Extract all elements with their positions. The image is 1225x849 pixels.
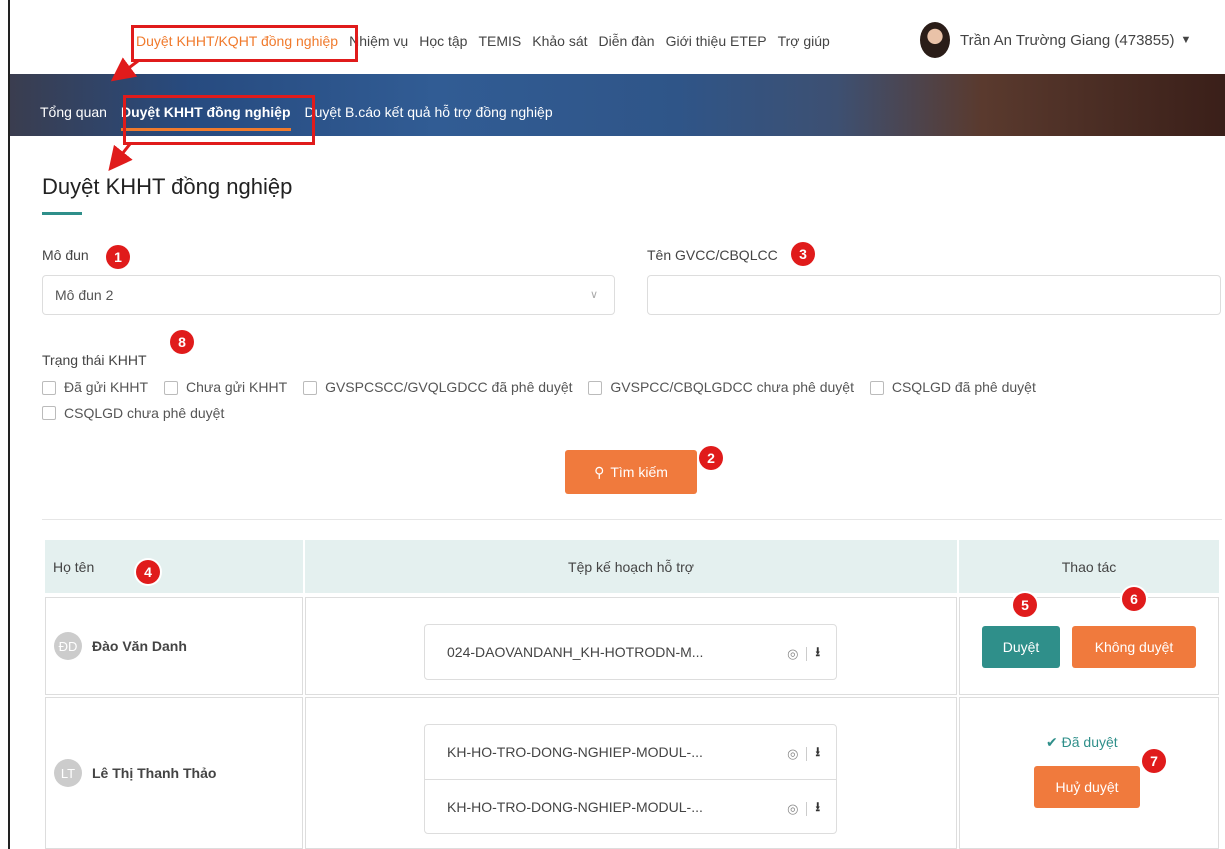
column-header-actions: Thao tác bbox=[959, 540, 1219, 593]
user-menu[interactable]: Trần An Trường Giang (473855) ▼ bbox=[920, 22, 1191, 58]
tab-duyet-bao-cao[interactable]: Duyệt B.cáo kết quả hỗ trợ đồng nghiệp bbox=[305, 104, 553, 131]
search-button[interactable]: ⚲ Tìm kiếm bbox=[565, 450, 697, 494]
status-checkbox-label: GVSPCC/CBQLGDCC chưa phê duyệt bbox=[610, 379, 854, 395]
search-icon: ⚲ bbox=[594, 463, 605, 480]
status-checkbox-label: CSQLGD chưa phê duyệt bbox=[64, 404, 225, 421]
file-box: KH-HO-TRO-DONG-NGHIEP-MODUL-... ◎ ⭳ KH-H… bbox=[424, 724, 837, 834]
file-name[interactable]: KH-HO-TRO-DONG-NGHIEP-MODUL-... bbox=[447, 744, 703, 760]
menu-item-khao-sat[interactable]: Khảo sát bbox=[532, 33, 587, 49]
annotation-badge: 5 bbox=[1013, 593, 1037, 617]
eye-icon[interactable]: ◎ bbox=[787, 801, 798, 817]
avatar: LT bbox=[54, 759, 82, 787]
checkbox-box bbox=[303, 380, 318, 395]
file-item: KH-HO-TRO-DONG-NGHIEP-MODUL-... ◎ ⭳ bbox=[425, 779, 836, 833]
annotation-badge: 2 bbox=[699, 446, 723, 470]
name-input[interactable] bbox=[647, 275, 1221, 315]
status-checkbox-label: Đã gửi KHHT bbox=[64, 379, 149, 395]
status-checkbox[interactable]: Đã gửi KHHT bbox=[42, 376, 148, 399]
annotation-badge: 3 bbox=[791, 242, 815, 266]
file-name[interactable]: KH-HO-TRO-DONG-NGHIEP-MODUL-... bbox=[447, 799, 703, 815]
table-row-name: ĐD Đào Văn Danh bbox=[45, 597, 303, 695]
avatar: ĐD bbox=[54, 632, 82, 660]
page-title: Duyệt KHHT đồng nghiệp bbox=[42, 174, 293, 199]
checkbox-box bbox=[869, 380, 884, 395]
annotation-badge: 1 bbox=[106, 245, 130, 269]
checkbox-box bbox=[42, 406, 56, 420]
status-checkbox-label: GVSPCSCC/GVQLGDCC đã phê duyệt bbox=[325, 379, 573, 395]
status-checkbox-label: Chưa gửi KHHT bbox=[185, 379, 288, 395]
file-actions: ◎ ⭳ bbox=[787, 798, 820, 820]
approved-status-text: Đã duyệt bbox=[1061, 734, 1118, 750]
top-navigation: Duyệt KHHT/KQHT đồng nghiệp Nhiệm vụ Học… bbox=[10, 0, 1225, 74]
title-underline bbox=[42, 212, 82, 215]
table-row-file: KH-HO-TRO-DONG-NGHIEP-MODUL-... ◎ ⭳ KH-H… bbox=[305, 697, 957, 849]
page-frame: Duyệt KHHT/KQHT đồng nghiệp Nhiệm vụ Học… bbox=[8, 0, 1225, 849]
menu-item-gioi-thieu-etep[interactable]: Giới thiệu ETEP bbox=[666, 33, 767, 49]
avatar bbox=[920, 22, 950, 58]
module-label: Mô đun bbox=[42, 247, 89, 263]
status-label: Trạng thái KHHT bbox=[42, 352, 147, 368]
menu-item-hoc-tap[interactable]: Học tập bbox=[419, 33, 467, 49]
cancel-approval-button[interactable]: Huỷ duyệt bbox=[1034, 766, 1140, 808]
column-header-file: Tệp kế hoạch hỗ trợ bbox=[305, 540, 957, 593]
approve-button[interactable]: Duyệt bbox=[982, 626, 1060, 668]
file-box: 024-DAOVANDANH_KH-HOTRODN-M... ◎ ⭳ bbox=[424, 624, 837, 680]
separator bbox=[806, 647, 808, 661]
separator bbox=[806, 802, 808, 816]
file-item: 024-DAOVANDANH_KH-HOTRODN-M... ◎ ⭳ bbox=[425, 625, 836, 679]
file-name[interactable]: 024-DAOVANDANH_KH-HOTRODN-M... bbox=[447, 644, 703, 660]
name-label: Tên GVCC/CBQLCC bbox=[647, 247, 778, 263]
download-icon[interactable]: ⭳ bbox=[815, 798, 820, 820]
download-icon[interactable]: ⭳ bbox=[815, 743, 820, 765]
module-select-value: Mô đun 2 bbox=[55, 287, 114, 303]
eye-icon[interactable]: ◎ bbox=[787, 746, 798, 762]
table-row-actions: Duyệt Không duyệt bbox=[959, 597, 1219, 695]
table-row-actions: ✔ Đã duyệt Huỷ duyệt bbox=[959, 697, 1219, 849]
annotation-badge: 7 bbox=[1142, 749, 1166, 773]
annotation-highlight-menu bbox=[131, 25, 358, 62]
table-row-name: LT Lê Thị Thanh Thảo bbox=[45, 697, 303, 849]
separator bbox=[806, 747, 808, 761]
menu-item-temis[interactable]: TEMIS bbox=[478, 33, 521, 49]
status-checkbox[interactable]: CSQLGD chưa phê duyệt bbox=[42, 402, 224, 425]
search-button-label: Tìm kiếm bbox=[610, 464, 668, 480]
user-name: Trần An Trường Giang (473855) bbox=[960, 31, 1175, 49]
status-checkbox[interactable]: CSQLGD đã phê duyệt bbox=[869, 376, 1036, 399]
annotation-highlight-tab bbox=[123, 95, 315, 145]
tab-tong-quan[interactable]: Tổng quan bbox=[40, 104, 107, 131]
checkbox-box bbox=[588, 380, 603, 395]
check-icon: ✔ bbox=[1046, 734, 1058, 750]
status-checkboxes: Đã gửi KHHT Chưa gửi KHHT GVSPCSCC/GVQLG… bbox=[42, 376, 1162, 427]
file-item: KH-HO-TRO-DONG-NGHIEP-MODUL-... ◎ ⭳ bbox=[425, 725, 836, 779]
status-checkbox[interactable]: GVSPCSCC/GVQLGDCC đã phê duyệt bbox=[303, 376, 573, 399]
status-checkbox[interactable]: GVSPCC/CBQLGDCC chưa phê duyệt bbox=[588, 376, 854, 399]
column-header-name: Họ tên bbox=[45, 540, 303, 593]
download-icon[interactable]: ⭳ bbox=[815, 643, 820, 665]
annotation-badge: 6 bbox=[1122, 587, 1146, 611]
caret-down-icon: ▼ bbox=[1180, 34, 1192, 46]
status-checkbox-label: CSQLGD đã phê duyệt bbox=[891, 379, 1036, 395]
chevron-down-icon: ∨ bbox=[589, 289, 598, 301]
file-actions: ◎ ⭳ bbox=[787, 743, 820, 765]
reject-button[interactable]: Không duyệt bbox=[1072, 626, 1196, 668]
module-select[interactable]: Mô đun 2 ∨ bbox=[42, 275, 615, 315]
checkbox-box bbox=[42, 380, 56, 395]
checkbox-box bbox=[163, 380, 178, 395]
person-name: Đào Văn Danh bbox=[92, 638, 187, 654]
approved-status: ✔ Đã duyệt bbox=[1046, 734, 1118, 751]
status-checkbox[interactable]: Chưa gửi KHHT bbox=[163, 376, 288, 399]
divider bbox=[42, 519, 1222, 520]
menu-item-dien-dan[interactable]: Diễn đàn bbox=[599, 33, 655, 49]
annotation-arrow bbox=[108, 143, 133, 172]
menu-item-tro-giup[interactable]: Trợ giúp bbox=[778, 33, 830, 49]
table-row-file: 024-DAOVANDANH_KH-HOTRODN-M... ◎ ⭳ bbox=[305, 597, 957, 695]
person-name: Lê Thị Thanh Thảo bbox=[92, 765, 217, 781]
eye-icon[interactable]: ◎ bbox=[787, 646, 798, 662]
annotation-badge: 4 bbox=[136, 560, 160, 584]
annotation-badge: 8 bbox=[170, 330, 194, 354]
file-actions: ◎ ⭳ bbox=[787, 643, 820, 665]
